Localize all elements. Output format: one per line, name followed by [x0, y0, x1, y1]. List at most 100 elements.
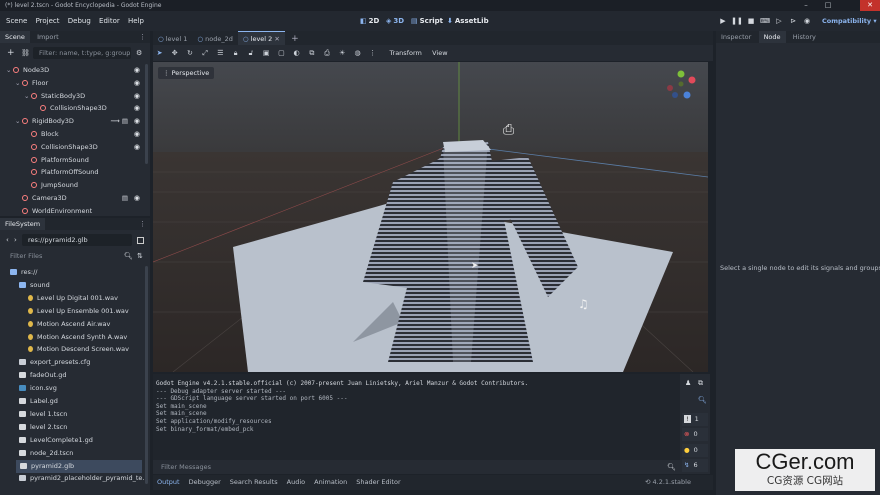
renderer-select[interactable]: Compatibility ▾ — [822, 11, 877, 31]
file-item[interactable]: node_2d.tscn — [0, 447, 144, 460]
file-item[interactable]: pyramid2.glb — [16, 459, 142, 473]
visibility-icon[interactable]: ◉ — [134, 64, 140, 77]
file-item[interactable]: export_presets.cfg — [0, 356, 144, 369]
stop-icon[interactable]: ■ — [744, 11, 758, 31]
scene-tree-node[interactable]: CollisionShape3D ◉ — [0, 102, 146, 115]
file-item[interactable]: Motion Ascend Synth A.wav — [0, 331, 144, 344]
expand-arrow-icon[interactable]: ⌄ — [15, 115, 22, 128]
maximize-icon[interactable]: □ — [818, 0, 838, 11]
expand-arrow-icon[interactable]: ⌄ — [6, 64, 13, 77]
pause-icon[interactable]: ❚❚ — [730, 11, 744, 31]
environment-icon[interactable]: ◍ — [351, 45, 364, 61]
file-item[interactable]: Level Up Digital 001.wav — [0, 292, 144, 305]
search-icon[interactable]: 🔍︎ — [667, 460, 676, 474]
perspective-menu[interactable]: ⋮ Perspective — [158, 67, 215, 79]
menu-editor[interactable]: Editor — [99, 11, 120, 31]
visibility-icon[interactable]: ◉ — [134, 102, 140, 115]
file-item[interactable]: level 1.tscn — [0, 408, 144, 421]
snap-icon[interactable]: ⧉ — [305, 45, 318, 61]
path-field[interactable]: res://pyramid2.glb — [22, 234, 132, 246]
split-view-icon[interactable] — [137, 237, 144, 244]
forward-icon[interactable]: › — [14, 234, 17, 247]
file-item[interactable]: Motion Ascend Air.wav — [0, 318, 144, 331]
file-item[interactable]: Label.gd — [0, 395, 144, 408]
remote-debug-icon[interactable]: ⌨ — [758, 11, 772, 31]
tab-import[interactable]: Import — [32, 31, 64, 43]
scale-tool-icon[interactable]: ⤢ — [199, 45, 212, 61]
file-item[interactable]: level 2.tscn — [0, 421, 144, 434]
list-select-icon[interactable]: ☰ — [214, 45, 227, 61]
add-node-icon[interactable]: + — [7, 46, 15, 60]
tab-history[interactable]: History — [788, 31, 821, 43]
sort-icon[interactable]: ⇅ — [137, 249, 143, 263]
bottom-tab[interactable]: Animation — [314, 475, 347, 489]
workspace-assetlib[interactable]: ⬇ AssetLib — [447, 11, 489, 31]
search-icon[interactable]: 🔍︎ — [124, 249, 133, 263]
scene-filter-input[interactable]: Filter: name, t:type, g:group — [33, 47, 131, 59]
menu-scene[interactable]: Scene — [6, 11, 27, 31]
file-item[interactable]: icon.svg — [0, 382, 144, 395]
scene-tree-node[interactable]: WorldEnvironment — [0, 205, 146, 216]
clear-icon[interactable]: ♟ — [685, 379, 691, 387]
scene-tab[interactable]: ○ node_2d — [192, 32, 237, 46]
view-menu[interactable]: View — [432, 49, 447, 57]
scene-tree-node[interactable]: Block ◉ — [0, 128, 146, 141]
scene-tree-node[interactable]: Camera3D ◉ ▤ — [0, 192, 146, 205]
play-scene-icon[interactable]: ▷ — [772, 11, 786, 31]
expand-arrow-icon[interactable]: ⌄ — [15, 77, 22, 90]
expand-arrow-icon[interactable]: ⌄ — [24, 90, 31, 103]
movie-icon[interactable]: ◉ — [800, 11, 814, 31]
scene-tree-node[interactable]: ⌄ RigidBody3D ◉ ⟿ ▤ — [0, 115, 146, 128]
file-item[interactable]: Level Up Ensemble 001.wav — [0, 305, 144, 318]
menu-help[interactable]: Help — [128, 11, 144, 31]
visibility-icon[interactable]: ◉ — [134, 90, 140, 103]
script-icon[interactable]: ⟿ ▤ — [110, 115, 128, 128]
scene-tab[interactable]: ○ level 2 ✕ — [237, 31, 285, 45]
scene-tree-node[interactable]: CollisionShape3D ◉ — [0, 141, 146, 154]
scene-tab[interactable]: ○ level 1 — [153, 32, 192, 46]
visibility-icon[interactable]: ◉ — [134, 192, 140, 205]
transform-menu[interactable]: Transform — [390, 49, 422, 57]
script-attach-icon[interactable]: ⚙ — [136, 46, 142, 60]
errors-filter[interactable]: ⊗ 0 — [682, 428, 708, 441]
file-item[interactable]: sound — [0, 279, 144, 292]
workspace-3d[interactable]: ◈ 3D — [386, 11, 404, 31]
select-tool-icon[interactable]: ➤ — [153, 45, 166, 61]
dock-menu-icon[interactable]: ⋮ — [139, 218, 146, 230]
camera-icon[interactable]: ⎙ — [321, 45, 334, 61]
rotate-tool-icon[interactable]: ↻ — [183, 45, 196, 61]
ungroup-icon[interactable]: ▢ — [275, 45, 288, 61]
unlock-icon[interactable]: 🔓︎ — [244, 45, 257, 61]
bottom-tab[interactable]: Debugger — [189, 475, 221, 489]
file-item[interactable]: fadeOut.gd — [0, 369, 144, 382]
visibility-icon[interactable]: ◉ — [134, 128, 140, 141]
bottom-tab[interactable]: Shader Editor — [356, 475, 400, 489]
visibility-icon[interactable]: ◉ — [134, 115, 140, 128]
scene-tree-node[interactable]: ⌄ Floor ◉ — [0, 77, 146, 90]
menu-debug[interactable]: Debug — [68, 11, 91, 31]
3d-viewport[interactable]: ⎙ ♫ ➤ ⋮ Perspective — [153, 62, 708, 372]
sun-icon[interactable]: ☀ — [336, 45, 349, 61]
lock-icon[interactable]: 🔒︎ — [229, 45, 242, 61]
minimize-icon[interactable]: – — [796, 0, 816, 11]
bottom-tab[interactable]: Search Results — [230, 475, 278, 489]
bottom-tab[interactable]: Audio — [287, 475, 305, 489]
copy-icon[interactable]: ⧉ — [698, 379, 703, 388]
tab-filesystem[interactable]: FileSystem — [0, 218, 46, 230]
file-item[interactable]: Motion Descend Screen.wav — [0, 343, 144, 356]
close-icon[interactable]: ✕ — [860, 0, 880, 11]
scene-tree-node[interactable]: ⌄ Node3D ◉ — [0, 64, 146, 77]
menu-project[interactable]: Project — [36, 11, 60, 31]
scene-tree-node[interactable]: PlatformSound — [0, 154, 146, 167]
move-tool-icon[interactable]: ✥ — [168, 45, 181, 61]
dock-menu-icon[interactable]: ⋮ — [139, 31, 146, 43]
file-scrollbar[interactable] — [145, 266, 148, 484]
editor-filter[interactable]: ↯ 6 — [682, 459, 708, 472]
scene-scrollbar[interactable] — [145, 64, 148, 164]
scene-tree-node[interactable]: ⌄ StaticBody3D ◉ — [0, 90, 146, 103]
back-icon[interactable]: ‹ — [6, 234, 9, 247]
output-filter-input[interactable]: Filter Messages — [155, 461, 665, 473]
search-toggle-icon[interactable]: 🔍︎ — [698, 396, 707, 404]
warnings-filter[interactable]: ● 0 — [682, 444, 708, 457]
workspace-script[interactable]: ▤ Script — [411, 11, 443, 31]
